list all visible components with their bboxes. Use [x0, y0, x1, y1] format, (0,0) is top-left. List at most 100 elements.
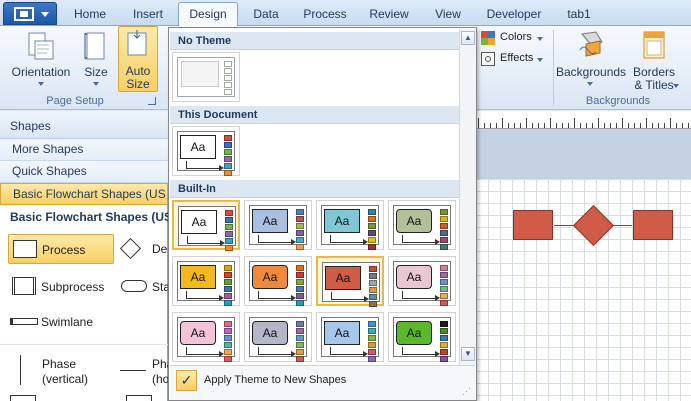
- shape-process[interactable]: Process: [8, 234, 114, 264]
- process-shape-icon: [13, 240, 37, 258]
- theme-preview: Aa: [393, 317, 451, 362]
- ruler-tick: [658, 123, 659, 128]
- drawing-canvas[interactable]: [476, 179, 691, 401]
- resize-grip-icon[interactable]: ⋰: [462, 386, 471, 397]
- scroll-up-icon[interactable]: ▲: [461, 31, 475, 45]
- tab-insert[interactable]: Insert: [120, 4, 176, 26]
- process-shape[interactable]: [513, 210, 553, 240]
- shape-phase-vertical[interactable]: Phase (vertical): [8, 351, 114, 391]
- shape-subprocess[interactable]: Subprocess: [8, 272, 114, 302]
- shapes-panel: Shapes More Shapes Quick Shapes Basic Fl…: [0, 111, 208, 401]
- ribbon-tab-bar: Home Insert Design Data Process Review V…: [0, 0, 691, 27]
- tab-data[interactable]: Data: [240, 4, 292, 26]
- shape-start-end[interactable]: Start/End: [118, 272, 168, 302]
- theme-tile-builtin-5[interactable]: Aa: [172, 256, 240, 306]
- colors-button[interactable]: Colors: [479, 29, 549, 47]
- theme-tile-no-theme[interactable]: [172, 52, 240, 102]
- page-setup-group-label: Page Setup: [46, 95, 104, 107]
- shape-decision-label: Decision: [152, 242, 168, 256]
- tab-home[interactable]: Home: [60, 4, 120, 26]
- color-swatch: [224, 279, 232, 285]
- backgrounds-button[interactable]: Backgrounds: [556, 29, 626, 91]
- theme-swatches: [368, 321, 376, 363]
- color-swatch: [224, 300, 232, 306]
- theme-tile-builtin-3[interactable]: Aa: [316, 200, 384, 250]
- theme-tile-builtin-6[interactable]: Aa: [244, 256, 312, 306]
- shape-swimlane[interactable]: Swimlane: [8, 309, 114, 335]
- color-swatch: [296, 356, 304, 362]
- tab-process[interactable]: Process: [292, 4, 358, 26]
- process-shape[interactable]: [633, 210, 673, 240]
- color-swatch: [368, 209, 376, 215]
- color-swatch: [224, 328, 232, 334]
- ruler-tick: [682, 123, 683, 128]
- theme-tile-this-document[interactable]: Aa: [172, 126, 240, 176]
- theme-tile-builtin-2[interactable]: Aa: [244, 200, 312, 250]
- borders-titles-button[interactable]: Borders & Titles: [628, 29, 680, 92]
- theme-tile-builtin-11[interactable]: Aa: [316, 312, 384, 362]
- color-swatch: [296, 342, 304, 348]
- orientation-button[interactable]: Orientation: [6, 29, 76, 91]
- more-shapes-row[interactable]: More Shapes: [0, 139, 168, 161]
- effects-icon: [481, 52, 495, 66]
- size-button[interactable]: Size: [80, 29, 112, 91]
- connector-arrow-icon: [258, 235, 296, 245]
- theme-tile-builtin-9[interactable]: Aa: [172, 312, 240, 362]
- color-swatch: [368, 244, 376, 250]
- backgrounds-group-label: Backgrounds: [585, 95, 651, 107]
- no-theme-preview: [177, 57, 235, 97]
- quick-shapes-row[interactable]: Quick Shapes: [0, 161, 168, 183]
- apply-theme-checkbox[interactable]: ✓: [176, 370, 197, 391]
- section-built-in: Built-In: [170, 180, 459, 198]
- color-swatch: [296, 335, 304, 341]
- partial-shape-icon: [10, 395, 36, 401]
- color-swatch: [224, 170, 232, 176]
- horizontal-ruler[interactable]: [476, 111, 691, 129]
- scroll-down-icon[interactable]: ▼: [461, 347, 475, 361]
- color-swatch: [369, 287, 377, 293]
- theme-tile-builtin-12[interactable]: Aa: [388, 312, 456, 362]
- color-swatch: [296, 230, 304, 236]
- ruler-tick: [670, 118, 671, 128]
- theme-tile-builtin-1[interactable]: Aa: [172, 200, 240, 251]
- color-swatch: [369, 301, 377, 307]
- theme-swatches: [224, 265, 232, 307]
- file-menu-button[interactable]: [3, 2, 57, 25]
- color-swatch: [440, 335, 448, 341]
- theme-tile-builtin-10[interactable]: Aa: [244, 312, 312, 362]
- color-swatch: [368, 356, 376, 362]
- tab-tab1[interactable]: tab1: [552, 4, 606, 26]
- theme-gallery-scrollbar[interactable]: ▲ ▼: [459, 29, 476, 365]
- auto-size-button[interactable]: Auto Size: [118, 26, 158, 92]
- theme-tile-builtin-4[interactable]: Aa: [388, 200, 456, 250]
- theme-preview: Aa: [178, 206, 236, 251]
- color-swatch: [225, 245, 233, 251]
- tab-review[interactable]: Review: [358, 4, 420, 26]
- orientation-label: Orientation: [11, 65, 71, 79]
- theme-preview: Aa: [321, 317, 379, 362]
- shape-decision[interactable]: Decision: [118, 234, 168, 264]
- shape-phase-horizontal[interactable]: Phase (horizontal): [118, 351, 168, 391]
- effects-label: Effects: [500, 52, 534, 64]
- color-swatch: [440, 272, 448, 278]
- stencil-basic-flowchart-row[interactable]: Basic Flowchart Shapes (US units): [0, 183, 168, 205]
- dialog-launcher-icon[interactable]: [148, 97, 156, 105]
- theme-tile-builtin-7[interactable]: Aa: [316, 256, 384, 308]
- shape-phase-vertical-label-1: Phase: [42, 357, 77, 371]
- color-swatch: [296, 265, 304, 271]
- color-swatch: [440, 342, 448, 348]
- connector-line[interactable]: [613, 225, 632, 226]
- decision-shape[interactable]: [572, 204, 615, 247]
- apply-theme-label[interactable]: Apply Theme to New Shapes: [204, 374, 346, 386]
- tab-design[interactable]: Design: [178, 2, 238, 27]
- color-swatch: [225, 217, 233, 223]
- color-swatch: [225, 224, 233, 230]
- theme-swatches: [369, 266, 377, 308]
- tab-view[interactable]: View: [420, 4, 476, 26]
- effects-button[interactable]: Effects: [479, 50, 549, 68]
- color-swatch: [296, 286, 304, 292]
- visio-logo-icon: [14, 7, 34, 21]
- tab-developer[interactable]: Developer: [476, 4, 552, 26]
- theme-preview: Aa: [249, 317, 307, 362]
- theme-tile-builtin-8[interactable]: Aa: [388, 256, 456, 306]
